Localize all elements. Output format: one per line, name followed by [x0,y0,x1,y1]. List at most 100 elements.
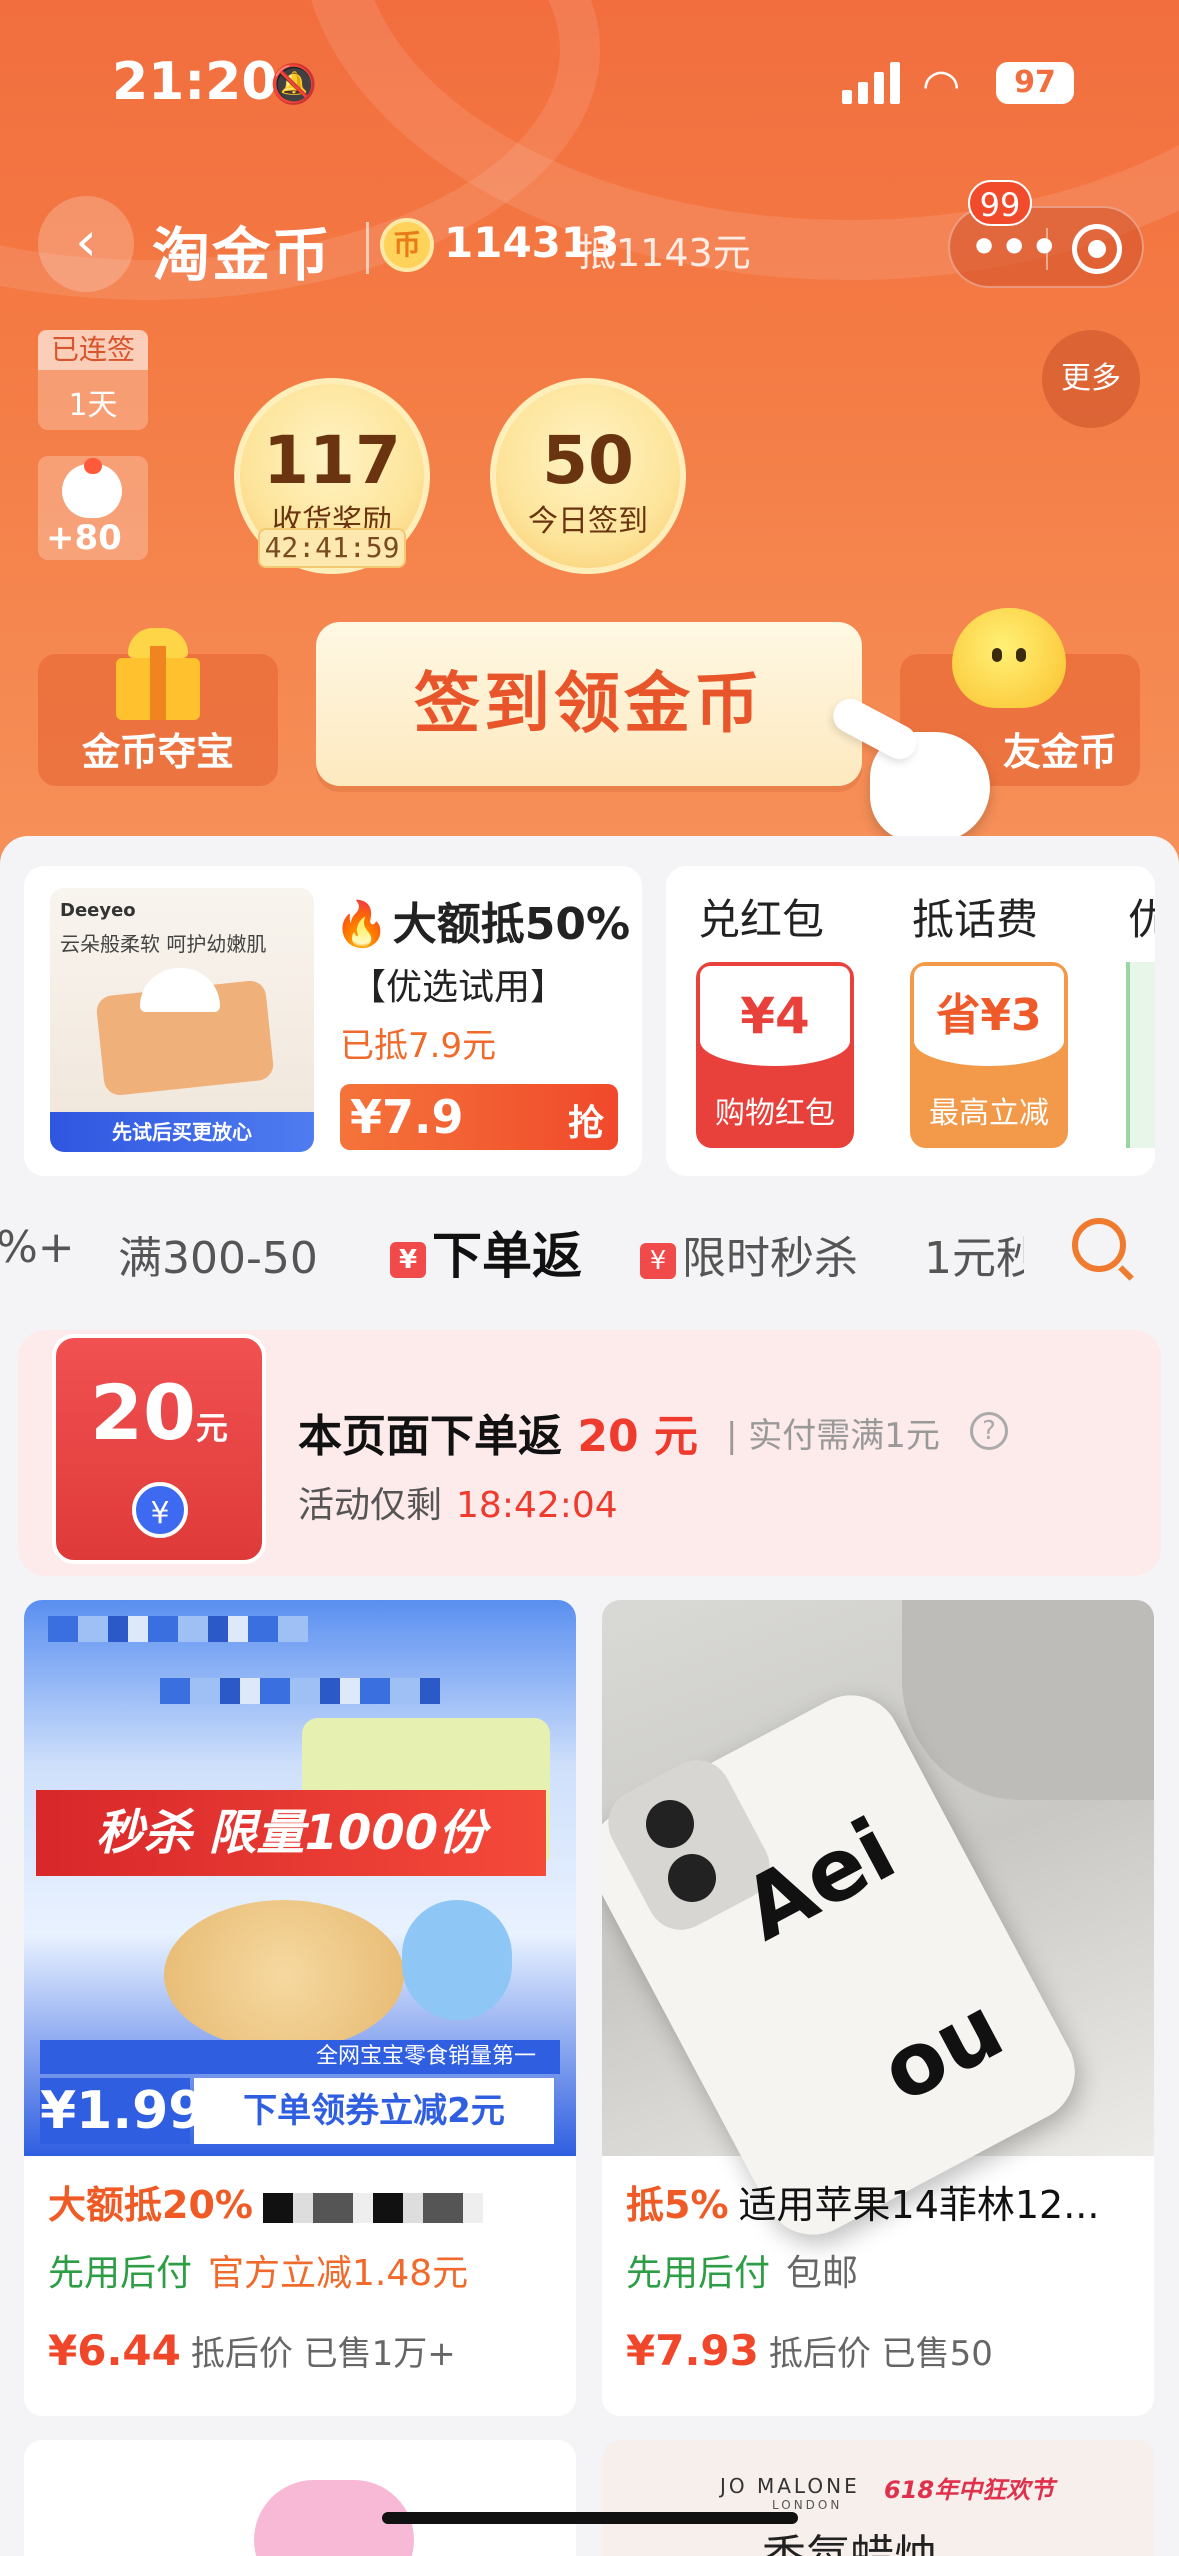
product-title: 抵5% 适用苹果14菲林12... [626,2183,1100,2227]
image-slogan: 云朵般柔软 呵护幼嫩肌 [60,932,267,956]
tissue-sheet [140,968,220,1012]
help-icon[interactable]: ? [970,1412,1008,1450]
blurred-text [160,1678,440,1704]
tab-one-yuan[interactable]: 1元秒 [924,1222,1024,1286]
flash-sale-icon: ¥ [640,1243,676,1279]
image-badge: 全网宝宝零食销量第一 [40,2040,560,2074]
product-features: 先用后付 包邮 [626,2253,859,2294]
snack-bowl [164,1900,404,2050]
grab-button[interactable]: ¥7.9 抢 [340,1084,618,1150]
coin-icon: 币 [380,218,434,272]
mascot-icon [952,608,1066,708]
image-price: ¥1.99 [40,2078,204,2144]
product-card[interactable]: JO MALONE LONDON 618年中狂欢节 香氛蜡烛 [602,2440,1154,2556]
bubble-caption: 今日签到 [528,504,648,539]
deal-card[interactable]: Deeyeo 云朵般柔软 呵护幼嫩肌 先试后买更放心 🔥大额抵50% 【优选试用… [24,866,642,1176]
battery-indicator: 97 [996,62,1074,104]
chevron-left-icon: ‹ [75,210,97,273]
product-card[interactable] [24,2440,576,2556]
blurred-text [48,1616,308,1642]
page-title: 淘金币 [152,221,333,289]
fire-icon: 🔥 [334,899,389,950]
logo-bag [902,1600,1154,1800]
promo-condition: | 实付需满1元 [726,1416,940,1456]
image-brand: Deeyeo [60,900,136,921]
flash-sale-banner: 秒杀 限量1000份 [36,1790,546,1876]
coupon-value: 省¥3 [914,966,1064,1066]
status-time: 21:20 [112,52,278,112]
tab-flash-sale[interactable]: ¥ 限时秒杀 [640,1222,858,1286]
exchange-peek-tile[interactable] [1126,962,1155,1148]
deal-subtitle: 【优选试用】 [350,967,567,1008]
deal-product-image: Deeyeo 云朵般柔软 呵护幼嫩肌 先试后买更放心 [50,888,314,1152]
coupon-foot: 最高立减 [929,1096,1049,1131]
cashback-icon: ¥ [390,1241,426,1278]
search-icon[interactable] [1072,1218,1126,1272]
brand-sub: LONDON [772,2498,843,2512]
exchange-heading: 抵话费 [911,895,1038,944]
deal-title-text: 大额抵50% [392,899,631,950]
exchange-heading: 兑红包 [697,895,824,944]
close-miniapp-icon[interactable] [1072,224,1122,274]
cashback-promo: 20元 ¥ 本页面下单返 20 元 | 实付需满1元 ? 活动仅剩 18:42:0… [18,1330,1161,1576]
home-indicator [382,2512,798,2524]
pointing-hand-icon [827,692,1000,852]
tab-order-cashback[interactable]: ¥ 下单返 [390,1216,582,1288]
image-strip: 先试后买更放心 [50,1112,314,1152]
coin-lottery-button[interactable]: 金币夺宝 [38,628,278,786]
signin-button[interactable]: 签到领金币 [316,622,862,786]
muted-bell-icon: 🔕 [270,62,318,106]
notification-badge: 99 [968,180,1032,226]
signin-streak: 已连签 1天 [38,330,148,430]
exchange-card: 兑红包 ¥4 购物红包 抵话费 省¥3 最高立减 优 [666,866,1155,1176]
coupon-value: ¥4 [700,966,850,1066]
back-button[interactable]: ‹ [38,196,134,292]
product-image: 秒杀 限量1000份 全网宝宝零食销量第一 ¥1.99 下单领券立减2元 [24,1600,576,2156]
grab-label: 抢 [567,1103,604,1144]
product-card[interactable]: 秒杀 限量1000份 全网宝宝零食销量第一 ¥1.99 下单领券立减2元 大额抵… [24,1600,576,2416]
tab-full-reduction[interactable]: 满300-50 [118,1222,318,1286]
chick-reward[interactable]: +80 [38,456,148,560]
coin-deduct-value: 抵1143元 [578,231,751,275]
event-label: 618年中狂欢节 [884,2476,1055,2504]
phonebill-coupon: 省¥3 最高立减 [910,962,1068,1148]
tab-label: 下单返 [432,1227,582,1285]
gift-icon [110,624,206,720]
deal-deducted: 已抵7.9元 [340,1026,497,1066]
bubble-number: 50 [542,422,634,499]
product-features: 先用后付 官方立减1.48元 [48,2253,469,2294]
bubble-number: 117 [263,422,401,499]
product-price-row: ¥6.44 抵后价 已售1万+ [48,2326,456,2375]
chick-bonus: +80 [46,518,122,558]
deal-title: 🔥大额抵50% [334,888,630,952]
exchange-redpacket[interactable]: 兑红包 ¥4 购物红包 [666,866,856,1176]
coin-bubble-signin[interactable]: 50 今日签到 [490,378,686,574]
promo-countdown: 活动仅剩 18:42:04 [298,1485,618,1526]
product-price-row: ¥7.93 抵后价 已售50 [626,2326,993,2375]
coin-lottery-label: 金币夺宝 [81,730,234,774]
wifi-icon: ◠ [922,60,961,111]
tab-label: 限时秒杀 [682,1233,858,1284]
exchange-phonebill[interactable]: 抵话费 省¥3 最高立减 [880,866,1070,1176]
camera-lens [646,1800,694,1848]
capsule-divider [1046,228,1048,270]
category-tabs: %+ 满300-50 ¥ 下单返 ¥ 限时秒杀 1元秒 [0,1204,1179,1294]
product-card[interactable]: Aei ou 抵5% 适用苹果14菲林12... 先用后付 包邮 ¥7.93 抵后价 … [602,1600,1154,2416]
more-button[interactable]: 更多 [1042,330,1140,428]
mascot-figure [402,1900,512,2020]
title-divider [366,222,369,274]
product-image: Aei ou [602,1600,1154,2253]
cellular-signal-icon [842,62,904,104]
bottom-product-name: 香氛蜡烛 [762,2520,938,2556]
streak-label: 已连签 [38,330,148,370]
coupon-foot: 购物红包 [715,1096,835,1131]
bubble-timer: 42:41:59 [258,528,406,568]
yuan-icon: ¥ [132,1482,188,1538]
red-envelope: 20元 ¥ [52,1334,266,1564]
product-title: 大额抵20% [48,2174,483,2229]
camera-lens [668,1854,716,1902]
brand-name: JO MALONE [720,2474,860,2498]
envelope-amount: 20元 [90,1368,228,1457]
exchange-heading-peek: 优 [1128,895,1155,944]
tab-percent[interactable]: %+ [0,1222,75,1273]
